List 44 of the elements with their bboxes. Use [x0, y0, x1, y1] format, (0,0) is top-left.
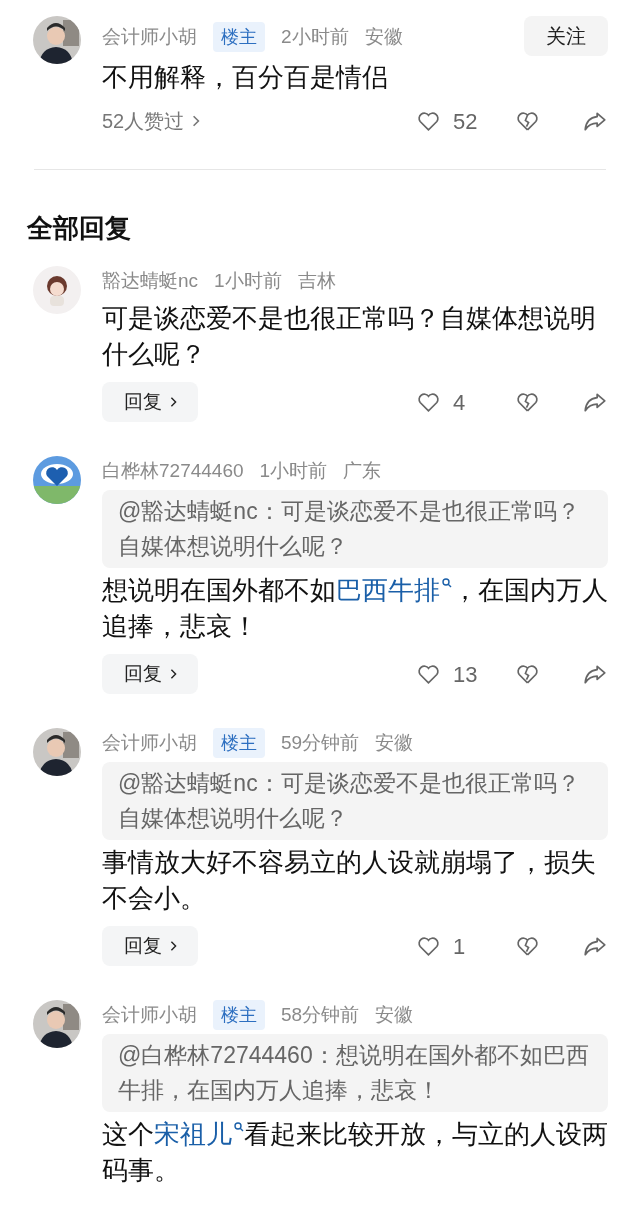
reply-button[interactable]: 回复	[102, 382, 198, 422]
search-link[interactable]: 巴西牛排	[336, 572, 452, 608]
like-count: 52	[453, 107, 479, 136]
quoted-comment: @白桦林72744460：想说明在国外都不如巴西牛排，在国内万人追捧，悲哀！	[102, 1034, 608, 1112]
likers-link[interactable]: 52人赞过	[102, 106, 201, 136]
location: 安徽	[375, 731, 414, 755]
owner-tag: 楼主	[213, 22, 265, 52]
quoted-comment: @豁达蜻蜓nc：可是谈恋爱不是也很正常吗？自媒体想说明什么呢？	[102, 490, 608, 568]
comment-text: 事情放大好不容易立的人设就崩塌了，损失不会小。	[102, 846, 597, 915]
post-time: 58分钟前	[281, 1003, 360, 1027]
like-count: 13	[453, 660, 479, 689]
section-title: 全部回复	[27, 212, 132, 245]
comment-text: 不用解释，百分百是情侣	[102, 61, 389, 94]
location: 安徽	[364, 25, 403, 49]
post-time: 59分钟前	[281, 731, 360, 755]
follow-button[interactable]: 关注	[524, 16, 608, 56]
owner-tag: 楼主	[213, 728, 265, 758]
like-count: 1	[453, 932, 467, 961]
search-icon	[442, 578, 452, 588]
post-time: 1小时前	[214, 269, 282, 293]
owner-tag: 楼主	[213, 1000, 265, 1030]
location: 安徽	[375, 1003, 414, 1027]
chevron-icon	[169, 940, 177, 952]
reply-button[interactable]: 回复	[102, 654, 198, 694]
author-name[interactable]: 豁达蜻蜓nc	[102, 266, 199, 296]
author-name[interactable]: 会计师小胡	[102, 22, 197, 52]
author-name[interactable]: 会计师小胡	[102, 1000, 197, 1030]
post-time: 1小时前	[259, 459, 328, 483]
location: 吉林	[297, 269, 336, 293]
location: 广东	[343, 459, 382, 483]
chevron-icon	[192, 114, 201, 128]
comment-text: 想说明在国外都不如巴西牛排 ，在国内万人追捧，悲哀！	[102, 572, 608, 644]
post-time: 2小时前	[281, 25, 349, 49]
comment-text: 可是谈恋爱不是也很正常吗？自媒体想说明什么呢？	[102, 302, 597, 371]
quoted-comment: @豁达蜻蜓nc：可是谈恋爱不是也很正常吗？自媒体想说明什么呢？	[102, 762, 608, 840]
comment-text: 这个宋祖儿 看起来比较开放，与立的人设两码事。	[102, 1116, 608, 1188]
chevron-icon	[169, 668, 177, 680]
chevron-icon	[169, 396, 177, 408]
search-icon	[234, 1122, 244, 1132]
like-count: 4	[453, 388, 467, 417]
author-name[interactable]: 会计师小胡	[102, 728, 197, 758]
author-name[interactable]: 白桦林72744460	[102, 456, 244, 486]
reply-button[interactable]: 回复	[102, 926, 198, 966]
search-link[interactable]: 宋祖儿	[154, 1116, 244, 1152]
